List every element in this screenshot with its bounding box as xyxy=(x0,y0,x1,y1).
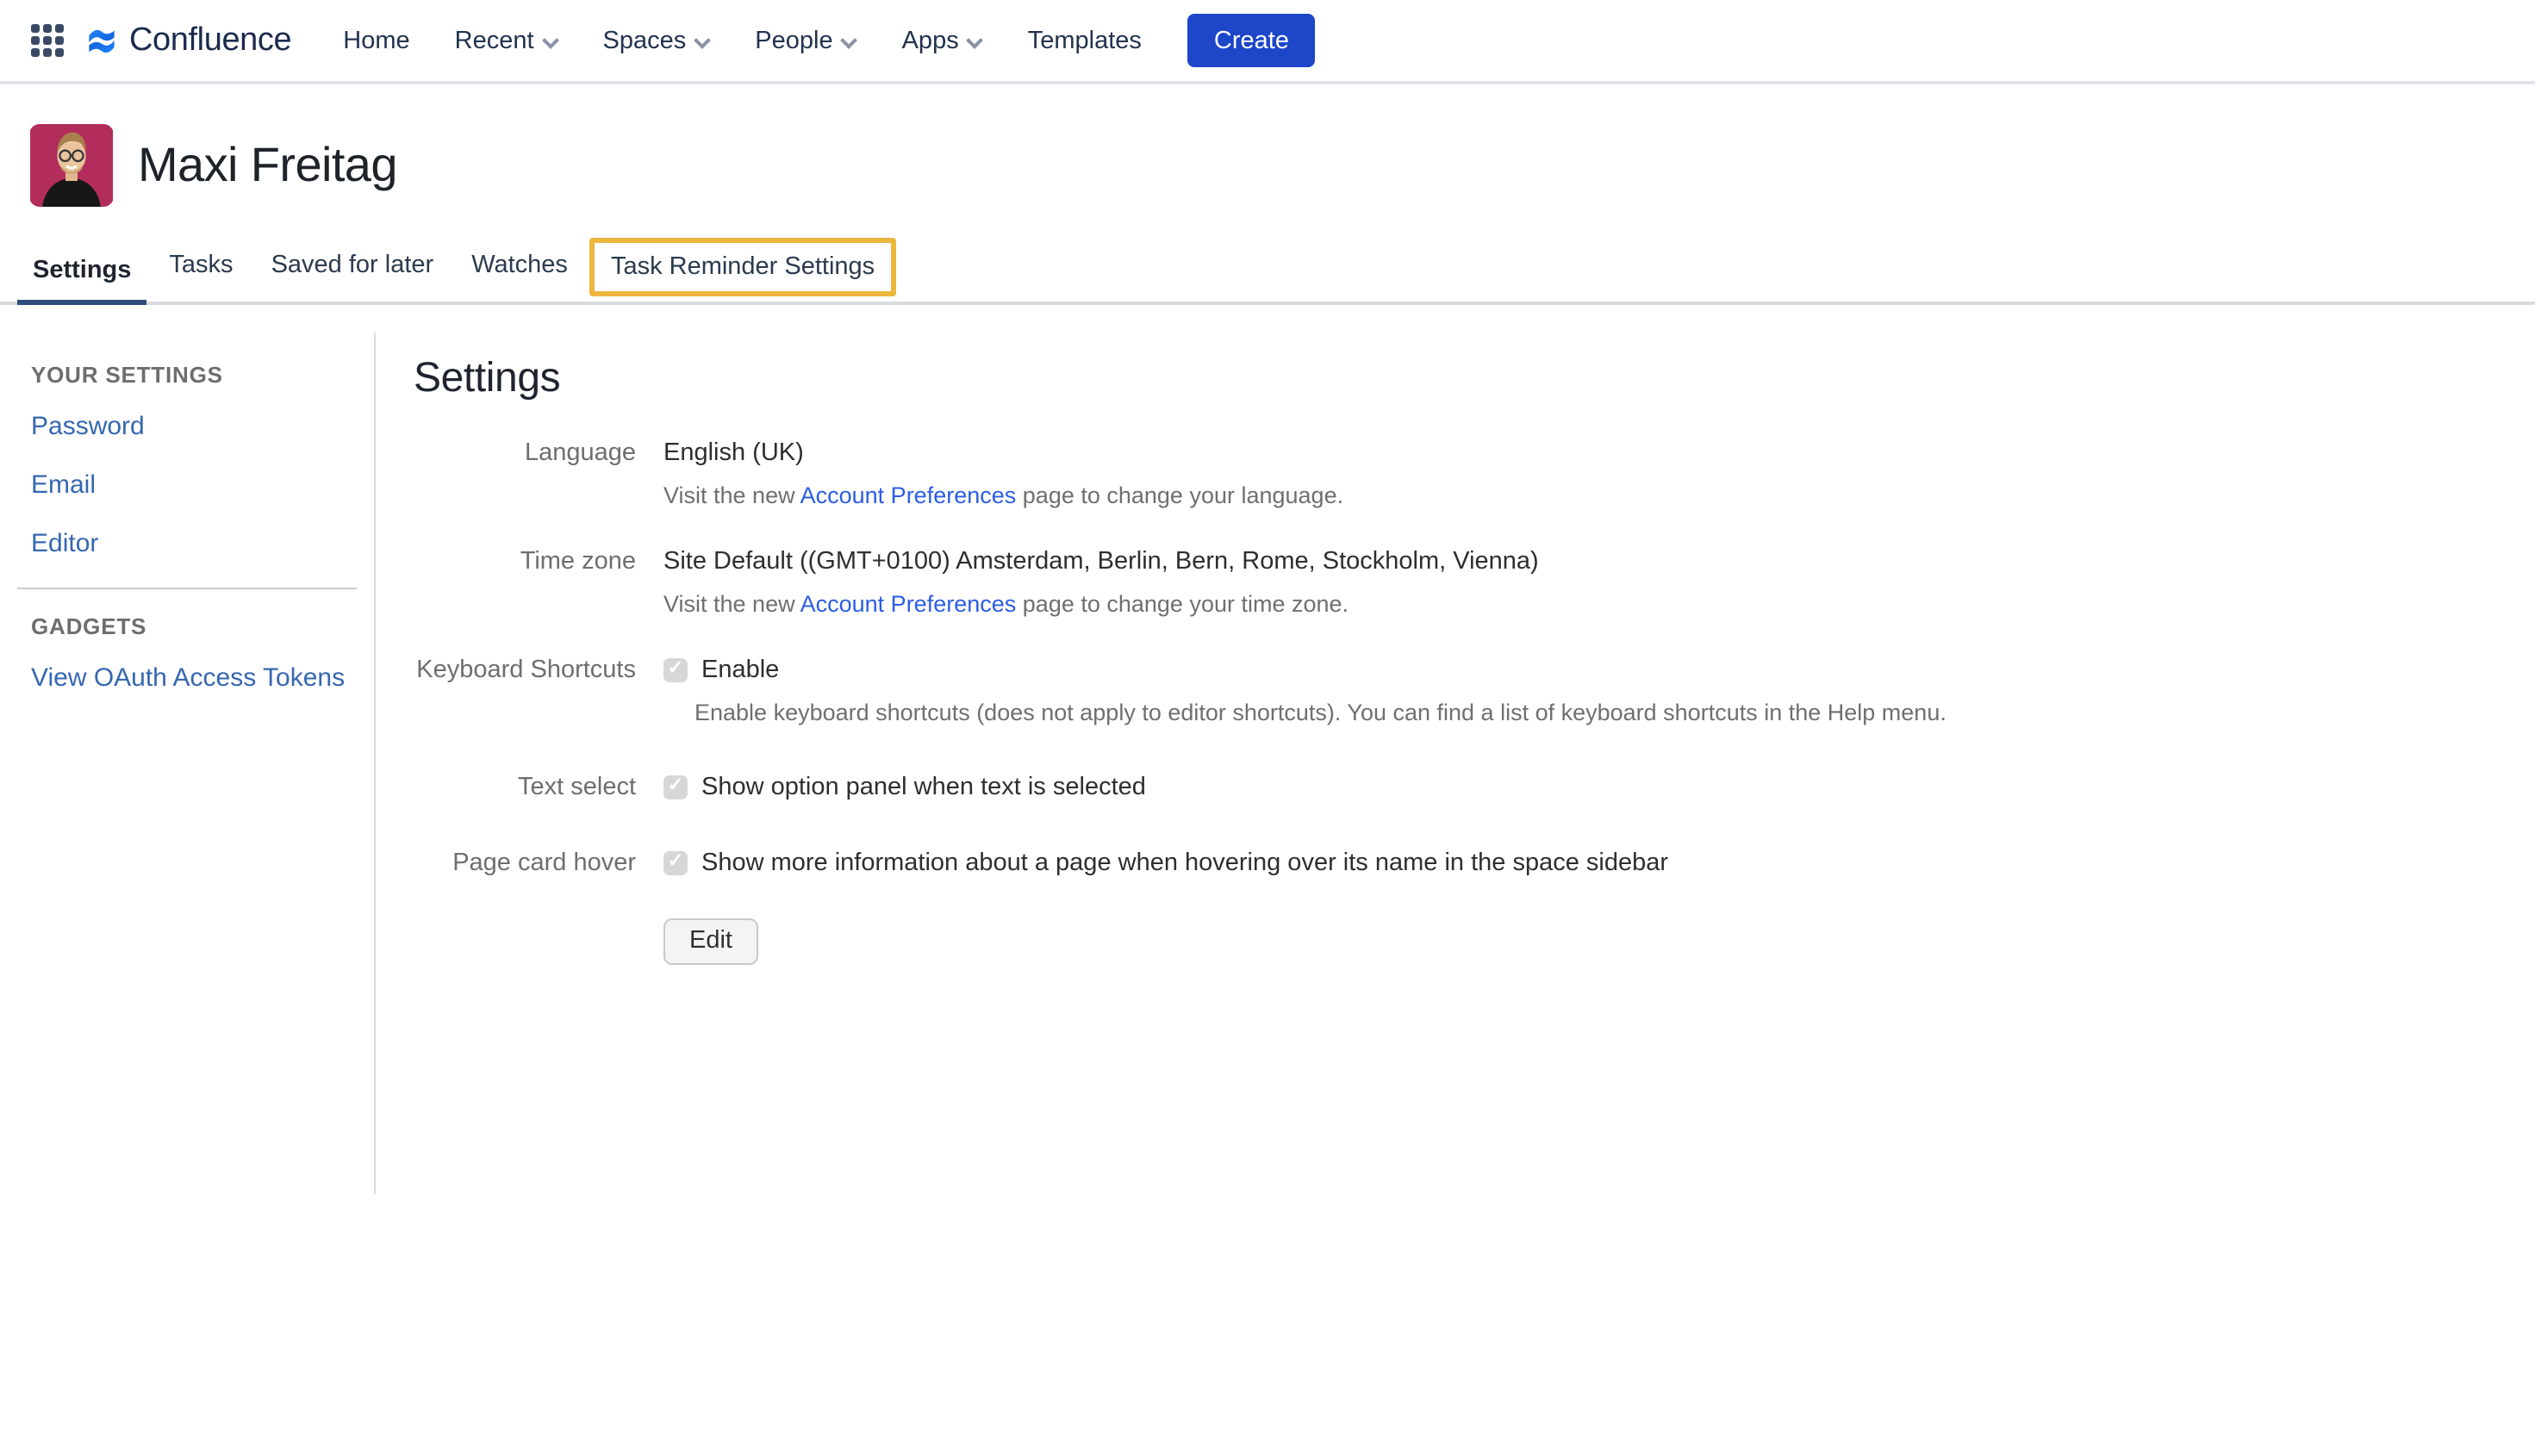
sidebar-item-email[interactable]: Email xyxy=(31,469,374,501)
page-title-user-name: Maxi Freitag xyxy=(138,138,397,193)
create-button[interactable]: Create xyxy=(1188,14,1315,67)
language-hint: Visit the new Account Preferences page t… xyxy=(663,481,2535,512)
time-zone-value: Site Default ((GMT+0100) Amsterdam, Berl… xyxy=(663,544,1539,579)
text-select-option-text: Show option panel when text is selected xyxy=(701,770,1146,805)
time-zone-label: Time zone xyxy=(414,544,636,579)
top-navigation-bar: Confluence Home Recent Spaces People App… xyxy=(0,0,2535,84)
language-row: Language English (UK) xyxy=(414,436,2535,470)
tab-watches[interactable]: Watches xyxy=(456,234,583,302)
confluence-logo-mark xyxy=(86,25,117,56)
nav-item-spaces[interactable]: Spaces xyxy=(581,27,733,54)
time-zone-hint: Visit the new Account Preferences page t… xyxy=(663,589,2535,620)
settings-sidebar: YOUR SETTINGS Password Email Editor GADG… xyxy=(0,333,376,1194)
tab-saved-for-later[interactable]: Saved for later xyxy=(256,234,450,302)
chevron-down-icon xyxy=(844,32,857,46)
nav-item-recent[interactable]: Recent xyxy=(433,27,581,54)
content-area: YOUR SETTINGS Password Email Editor GADG… xyxy=(0,333,2535,1194)
keyboard-shortcuts-checkbox-checked[interactable] xyxy=(663,657,688,681)
chevron-down-icon xyxy=(696,32,710,46)
text-select-checkbox-checked[interactable] xyxy=(663,775,688,799)
nav-item-people[interactable]: People xyxy=(732,27,879,54)
keyboard-shortcuts-option-text: Enable xyxy=(701,653,779,688)
sidebar-heading-your-settings: YOUR SETTINGS xyxy=(31,362,374,388)
profile-header: Maxi Freitag xyxy=(0,84,2535,207)
page-card-hover-row: Page card hover Show more information ab… xyxy=(414,846,2535,880)
keyboard-shortcuts-hint: Enable keyboard shortcuts (does not appl… xyxy=(694,698,2535,729)
nav-item-apps[interactable]: Apps xyxy=(880,27,1006,54)
language-label: Language xyxy=(414,436,636,470)
chevron-down-icon xyxy=(545,32,558,46)
keyboard-shortcuts-row: Keyboard Shortcuts Enable xyxy=(414,653,2535,688)
nav-item-templates[interactable]: Templates xyxy=(1006,27,1164,54)
page-card-hover-checkbox-checked[interactable] xyxy=(663,850,688,874)
app-switcher-icon[interactable] xyxy=(31,24,64,57)
tab-task-reminder-settings[interactable]: Task Reminder Settings xyxy=(590,238,895,296)
settings-panel: Settings Language English (UK) Visit the… xyxy=(376,333,2535,1194)
settings-heading: Settings xyxy=(414,355,2535,403)
tab-tasks[interactable]: Tasks xyxy=(153,234,248,302)
sidebar-item-view-oauth-access-tokens[interactable]: View OAuth Access Tokens xyxy=(31,662,374,694)
chevron-down-icon xyxy=(969,32,983,46)
language-value: English (UK) xyxy=(663,436,804,470)
tab-settings[interactable]: Settings xyxy=(17,239,146,305)
text-select-row: Text select Show option panel when text … xyxy=(414,770,2535,805)
page-card-hover-label: Page card hover xyxy=(414,846,636,880)
settings-form: Language English (UK) Visit the new Acco… xyxy=(414,436,2535,965)
text-select-label: Text select xyxy=(414,770,636,805)
page-card-hover-option-text: Show more information about a page when … xyxy=(701,846,1668,880)
nav-links: Home Recent Spaces People Apps Templates xyxy=(321,27,1164,54)
edit-button[interactable]: Edit xyxy=(663,918,758,965)
user-avatar[interactable] xyxy=(29,124,114,207)
nav-item-home[interactable]: Home xyxy=(321,27,432,54)
sidebar-divider xyxy=(17,588,357,589)
keyboard-shortcuts-label: Keyboard Shortcuts xyxy=(414,653,636,688)
sidebar-item-editor[interactable]: Editor xyxy=(31,527,374,560)
confluence-logo[interactable]: Confluence xyxy=(86,22,291,59)
sidebar-item-password[interactable]: Password xyxy=(31,410,374,443)
confluence-app: Confluence Home Recent Spaces People App… xyxy=(0,0,2535,1456)
account-preferences-link[interactable]: Account Preferences xyxy=(800,591,1017,617)
time-zone-row: Time zone Site Default ((GMT+0100) Amste… xyxy=(414,544,2535,579)
sidebar-heading-gadgets: GADGETS xyxy=(31,613,374,639)
account-preferences-link[interactable]: Account Preferences xyxy=(800,482,1017,508)
profile-tabbar: Settings Tasks Saved for later Watches T… xyxy=(0,234,2535,305)
logo-wordmark: Confluence xyxy=(129,22,291,59)
